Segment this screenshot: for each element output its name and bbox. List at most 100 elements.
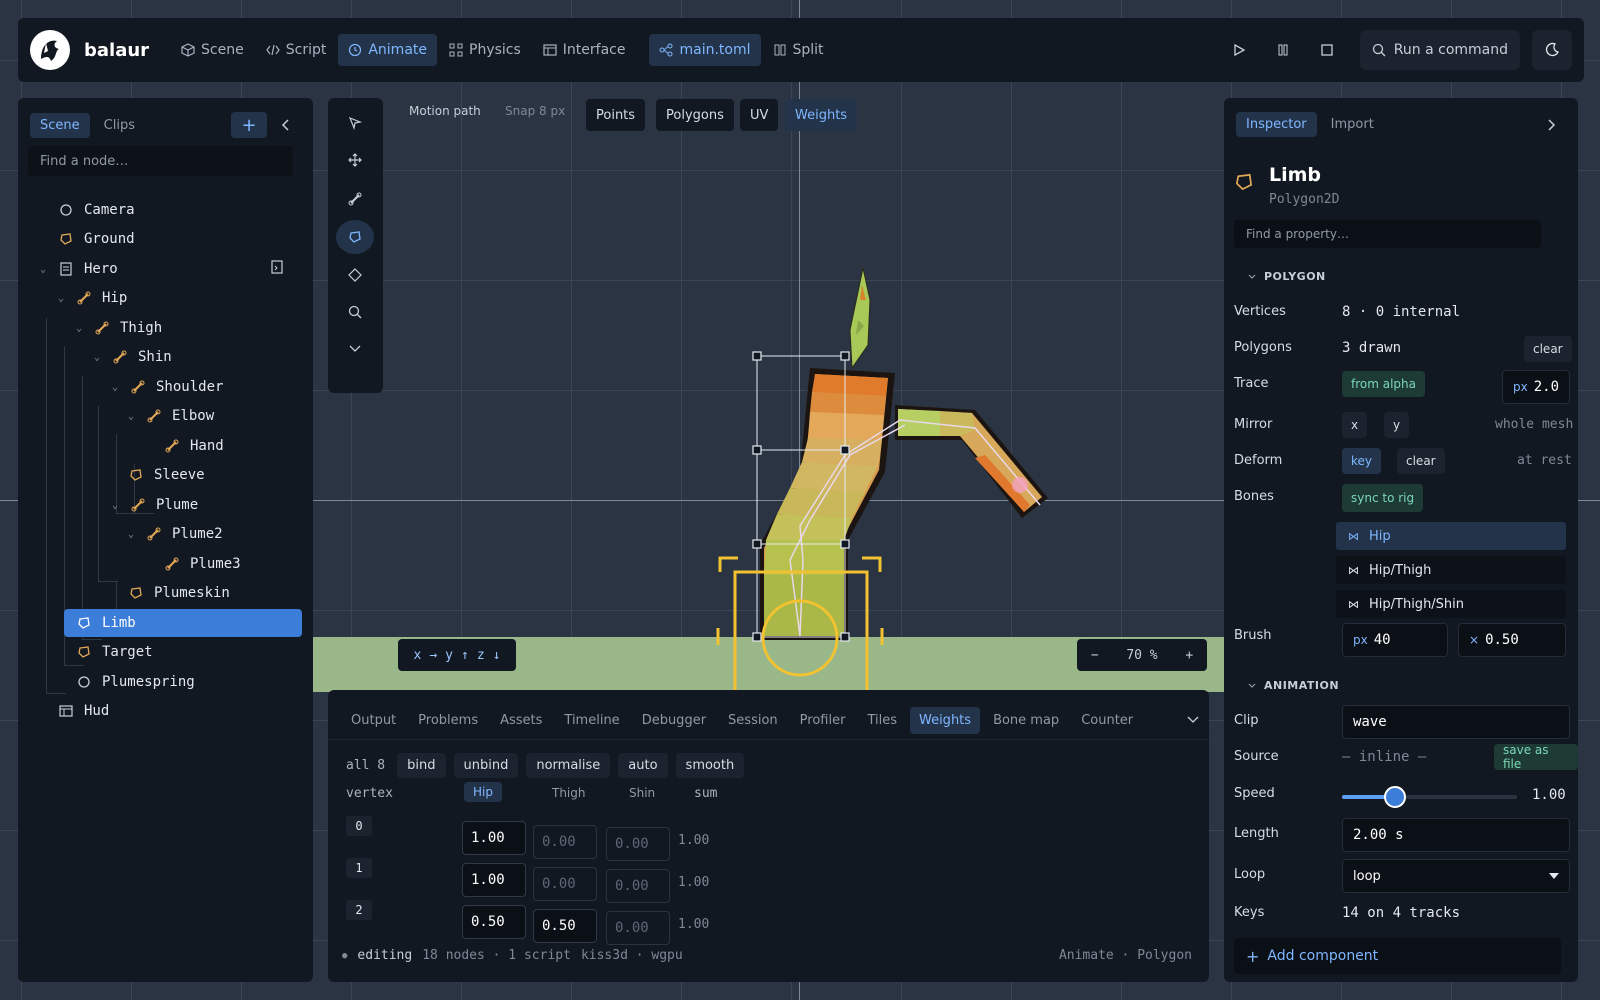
zoom-out-button[interactable]: − <box>1091 648 1099 663</box>
tree-node-hero[interactable]: ⌄ Hero <box>40 255 118 283</box>
mirror-y-button[interactable]: y <box>1384 412 1410 438</box>
tab-bone-map[interactable]: Bone map <box>984 707 1068 734</box>
loop-select[interactable]: loop <box>1342 859 1570 893</box>
script-attached-icon[interactable] <box>270 260 284 278</box>
stop-button[interactable] <box>1308 31 1346 69</box>
length-input[interactable]: 2.00 s <box>1342 818 1570 852</box>
collapse-panel-button[interactable] <box>271 112 301 138</box>
chevron-down-icon[interactable]: ⌄ <box>128 529 138 540</box>
weight-thigh-input[interactable]: 0.00 <box>533 867 597 901</box>
tree-node-camera[interactable]: Camera <box>58 196 135 224</box>
tree-node-sleeve[interactable]: Sleeve <box>128 461 205 489</box>
select-tool[interactable] <box>336 106 374 140</box>
tree-node-elbow[interactable]: ⌄ Elbow <box>128 402 214 430</box>
command-palette-button[interactable]: Run a command <box>1359 30 1520 70</box>
sync-to-rig-button[interactable]: sync to rig <box>1342 484 1424 512</box>
nav-animate[interactable]: Animate <box>338 34 438 66</box>
tree-node-ground[interactable]: Ground <box>58 225 135 253</box>
zoom-in-button[interactable]: + <box>1185 648 1193 663</box>
tab-profiler[interactable]: Profiler <box>791 707 855 734</box>
tree-node-hud[interactable]: Hud <box>58 697 109 725</box>
mode-polygons[interactable]: Polygons <box>656 99 734 131</box>
tree-node-target[interactable]: Target <box>76 638 153 666</box>
weight-thigh-input[interactable]: 0.50 <box>533 909 597 943</box>
property-search-input[interactable]: Find a property… <box>1234 220 1541 248</box>
clip-input[interactable]: wave <box>1342 705 1570 739</box>
file-tab-main-toml[interactable]: main.toml <box>649 34 761 66</box>
normalise-button[interactable]: normalise <box>526 753 611 778</box>
weight-hip-input[interactable]: 1.00 <box>462 821 526 855</box>
weight-shin-input[interactable]: 0.00 <box>606 911 670 945</box>
tab-timeline[interactable]: Timeline <box>555 707 628 734</box>
tab-problems[interactable]: Problems <box>409 707 487 734</box>
trace-threshold-input[interactable]: px 2.0 <box>1502 370 1570 404</box>
speed-slider-handle[interactable] <box>1383 786 1406 808</box>
zoom-tool[interactable] <box>336 295 374 329</box>
weight-thigh-input[interactable]: 0.00 <box>533 825 597 859</box>
tab-session[interactable]: Session <box>719 707 787 734</box>
auto-button[interactable]: auto <box>618 753 668 778</box>
tab-counter[interactable]: Counter <box>1072 707 1142 734</box>
chevron-down-icon[interactable]: ⌄ <box>128 411 138 422</box>
animation-section-header[interactable]: ANIMATION <box>1248 679 1339 692</box>
vertex-index[interactable]: 1 <box>346 858 372 878</box>
tree-node-plume[interactable]: ⌄ Plume <box>112 491 198 519</box>
tab-inspector[interactable]: Inspector <box>1236 112 1317 137</box>
tab-weights[interactable]: Weights <box>909 707 981 734</box>
trace-from-alpha-button[interactable]: from alpha <box>1342 371 1426 397</box>
weight-hip-input[interactable]: 0.50 <box>462 905 526 939</box>
nav-interface[interactable]: Interface <box>533 34 636 66</box>
chevron-down-icon[interactable]: ⌄ <box>94 352 104 363</box>
vertex-index[interactable]: 0 <box>346 816 372 836</box>
bone-tool[interactable] <box>336 182 374 216</box>
tree-node-hand[interactable]: Hand <box>164 432 224 460</box>
weight-hip-input[interactable]: 1.00 <box>462 863 526 897</box>
tree-node-shoulder[interactable]: ⌄ Shoulder <box>112 373 223 401</box>
save-as-file-button[interactable]: save as file <box>1494 743 1578 771</box>
more-tools-button[interactable] <box>336 332 374 366</box>
theme-toggle[interactable] <box>1532 30 1572 70</box>
chevron-down-icon[interactable]: ⌄ <box>112 382 122 393</box>
split-button[interactable]: Split <box>763 34 834 66</box>
tab-clips[interactable]: Clips <box>94 113 145 138</box>
tree-node-thigh[interactable]: ⌄ Thigh <box>76 314 162 342</box>
mode-points[interactable]: Points <box>586 99 646 131</box>
tab-output[interactable]: Output <box>342 707 405 734</box>
nav-physics[interactable]: Physics <box>439 34 531 66</box>
snap-setting[interactable]: Snap 8 px <box>505 104 565 118</box>
nav-script[interactable]: Script <box>256 34 337 66</box>
node-search-input[interactable]: Find a node… <box>28 146 293 176</box>
diamond-tool[interactable] <box>336 258 374 292</box>
tabs-overflow-button[interactable] <box>1187 713 1199 728</box>
smooth-button[interactable]: smooth <box>675 753 745 778</box>
tree-node-plumespring[interactable]: Plumespring <box>76 668 195 696</box>
bone-item-hip-thigh-shin[interactable]: ⋈ Hip/Thigh/Shin <box>1336 590 1566 618</box>
brush-size-input[interactable]: px 40 <box>1342 623 1448 657</box>
bone-item-hip-thigh[interactable]: ⋈ Hip/Thigh <box>1336 556 1566 584</box>
polygon-section-header[interactable]: POLYGON <box>1248 270 1326 283</box>
tree-node-hip[interactable]: ⌄ Hip <box>58 284 127 312</box>
nav-scene[interactable]: Scene <box>171 34 254 66</box>
tree-node-plume3[interactable]: Plume3 <box>164 550 241 578</box>
col-hip[interactable]: Hip <box>464 782 502 802</box>
add-component-button[interactable]: + Add component <box>1234 938 1561 974</box>
deform-clear-button[interactable]: clear <box>1397 448 1445 474</box>
move-tool[interactable] <box>336 143 374 177</box>
motion-path-toggle[interactable]: Motion path <box>409 104 481 118</box>
chevron-down-icon[interactable]: ⌄ <box>112 500 122 511</box>
tab-import[interactable]: Import <box>1321 112 1384 137</box>
add-node-button[interactable]: + <box>231 112 267 138</box>
tab-assets[interactable]: Assets <box>491 707 551 734</box>
pause-button[interactable] <box>1264 31 1302 69</box>
chevron-down-icon[interactable]: ⌄ <box>58 293 68 304</box>
bone-item-hip[interactable]: ⋈ Hip <box>1336 522 1566 550</box>
mirror-x-button[interactable]: x <box>1342 412 1368 438</box>
brush-strength-input[interactable]: × 0.50 <box>1458 623 1566 657</box>
chevron-down-icon[interactable]: ⌄ <box>76 323 86 334</box>
collapse-inspector-button[interactable] <box>1536 118 1566 131</box>
tab-tiles[interactable]: Tiles <box>858 707 906 734</box>
play-button[interactable] <box>1220 31 1258 69</box>
tree-node-plume2[interactable]: ⌄ Plume2 <box>128 520 223 548</box>
tree-node-shin[interactable]: ⌄ Shin <box>94 343 172 371</box>
weight-shin-input[interactable]: 0.00 <box>606 869 670 903</box>
